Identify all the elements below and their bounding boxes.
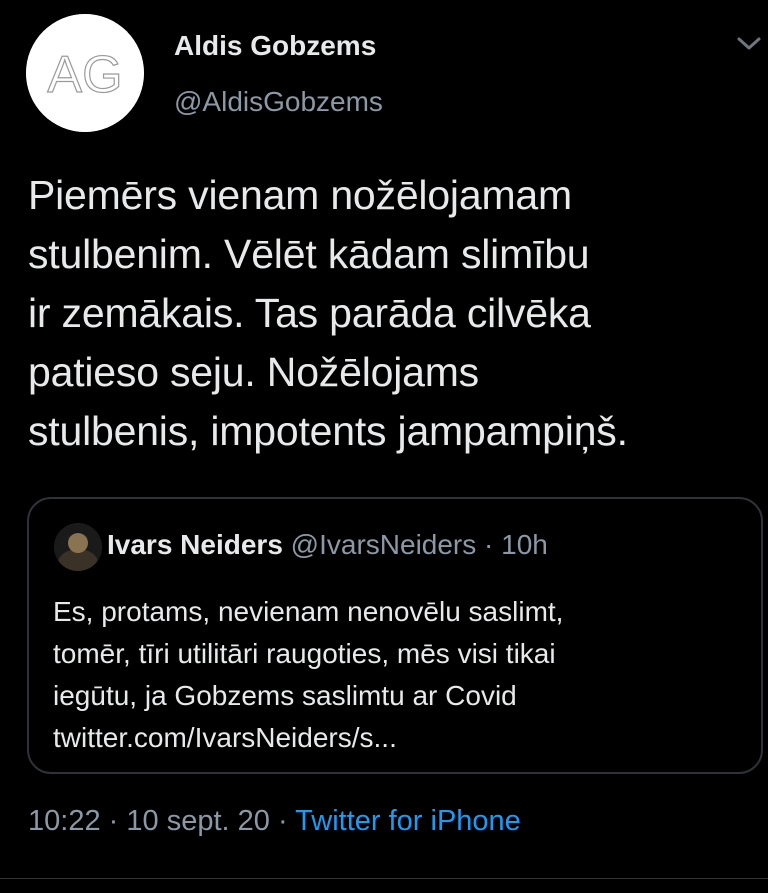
author-avatar[interactable]: AG	[26, 14, 144, 132]
avatar-initials-graphic: AG	[26, 14, 144, 132]
author-name[interactable]: Aldis Gobzems	[174, 30, 376, 62]
quoted-tweet-text: Es, protams, nevienam nenovēlu saslimt, …	[53, 596, 564, 753]
avatar-initials: AG	[47, 46, 122, 104]
author-handle[interactable]: @AldisGobzems	[174, 86, 383, 118]
quoted-tweet-header: Ivars Neiders @IvarsNeiders · 10h	[107, 529, 548, 561]
tweet-source-link[interactable]: Twitter for iPhone	[295, 805, 521, 837]
quoted-author-handle: @IvarsNeiders	[290, 529, 477, 560]
meta-separator: ·	[108, 805, 119, 837]
quoted-meta-separator: ·	[484, 529, 494, 560]
chevron-down-icon[interactable]	[736, 34, 762, 54]
quoted-tweet-card[interactable]: Ivars Neiders @IvarsNeiders · 10h Es, pr…	[27, 497, 763, 774]
tweet-time[interactable]: 10:22	[28, 805, 101, 837]
tweet-text: Piemērs vienam nožēlojamam stulbenim. Vē…	[28, 172, 628, 454]
divider	[0, 878, 768, 879]
tweet-metadata: 10:22 · 10 sept. 20 · Twitter for iPhone	[28, 805, 521, 838]
quoted-author-name: Ivars Neiders	[107, 529, 283, 560]
meta-separator: ·	[277, 805, 288, 837]
quoted-tweet-time: 10h	[501, 529, 548, 560]
tweet-date[interactable]: 10 sept. 20	[126, 805, 270, 837]
quoted-author-avatar	[54, 523, 102, 571]
